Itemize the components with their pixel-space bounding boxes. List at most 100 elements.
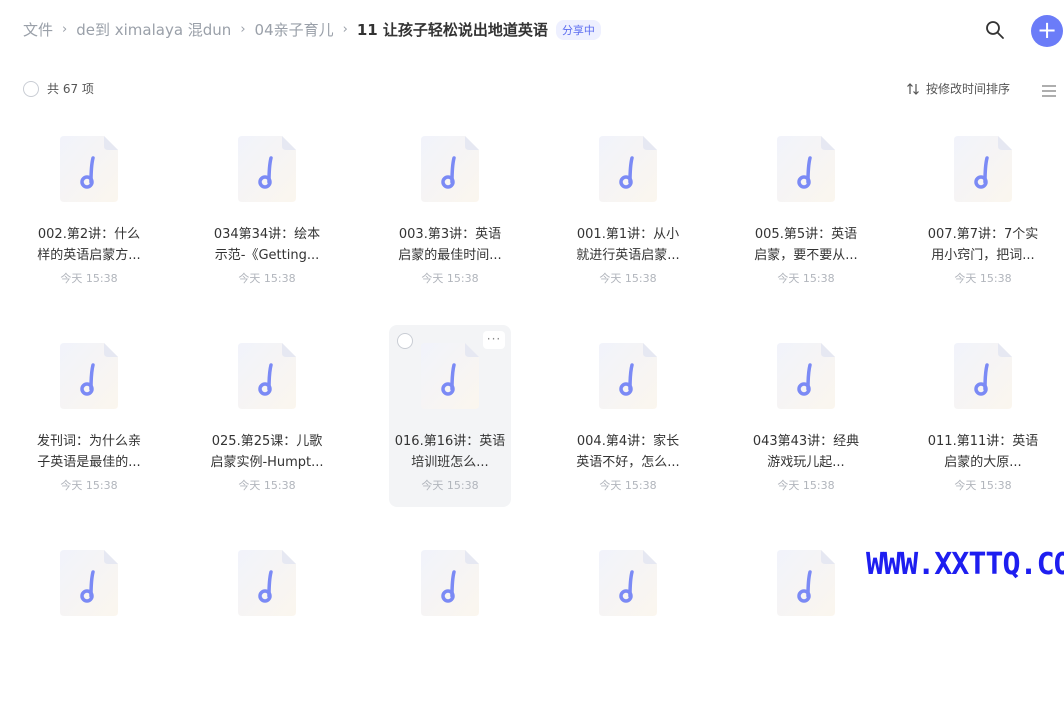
file-card-partial[interactable] [206,532,328,714]
file-name-line1: 005.第5讲：英语 [754,227,858,242]
file-name-line2: 示范-《Getting... [214,248,320,263]
list-view-icon[interactable] [1042,82,1056,97]
watermark-text: WWW.XXTTQ.COM [866,547,1064,582]
breadcrumb-current-folder: 11 让孩子轻松说出地道英语 [356,21,548,39]
file-name-line1: 025.第25课：儿歌 [211,434,323,449]
top-bar: 文件 › de到 ximalaya 混dun › 04亲子育儿 › 11 让孩子… [0,0,1064,62]
file-name-line1: 003.第3讲：英语 [398,227,502,242]
audio-file-icon [599,343,657,409]
file-card[interactable]: 003.第3讲：英语 启蒙的最佳时间... 今天 15:38 [389,118,511,300]
file-modified-time: 今天 15:38 [421,272,479,285]
file-modified-time: 今天 15:38 [60,272,118,285]
list-toolbar: 共 67 项 按修改时间排序 [0,76,1064,100]
audio-file-icon [60,550,118,616]
file-name: 025.第25课：儿歌 启蒙实例-Humpt... [210,431,324,473]
file-name: 003.第3讲：英语 启蒙的最佳时间... [393,224,507,266]
audio-file-icon [421,343,479,409]
audio-file-icon [777,136,835,202]
file-name-line2: 样的英语启蒙方... [37,248,141,263]
file-card[interactable]: 004.第4讲：家长 英语不好，怎么... 今天 15:38 [567,325,689,507]
file-name: 034第34讲：绘本 示范-《Getting... [210,224,324,266]
more-options-icon[interactable]: ··· [483,331,505,349]
file-card-partial[interactable] [567,532,689,714]
plus-icon[interactable]: + [1031,15,1063,47]
file-name-line1: 034第34讲：绘本 [213,227,321,242]
select-all-checkbox[interactable] [23,81,39,97]
breadcrumb-item-folder[interactable]: de到 ximalaya 混dun [76,19,231,40]
file-card-partial[interactable] [389,532,511,714]
file-name-line1: 001.第1讲：从小 [576,227,680,242]
file-card[interactable]: 043第43讲：经典 游戏玩儿起... 今天 15:38 [745,325,867,507]
file-modified-time: 今天 15:38 [954,479,1012,492]
file-card[interactable]: 034第34讲：绘本 示范-《Getting... 今天 15:38 [206,118,328,300]
file-card[interactable]: 007.第7讲：7个实 用小窍门，把词... 今天 15:38 [922,118,1044,300]
file-card[interactable]: 005.第5讲：英语 启蒙，要不要从... 今天 15:38 [745,118,867,300]
file-name: 043第43讲：经典 游戏玩儿起... [749,431,863,473]
file-name-line2: 启蒙的最佳时间... [398,248,502,263]
audio-file-icon [238,550,296,616]
file-card[interactable]: 016.第16讲：英语 培训班怎么... 今天 15:38 ··· [389,325,511,507]
file-name-line1: 043第43讲：经典 [752,434,860,449]
audio-file-icon [60,343,118,409]
file-modified-time: 今天 15:38 [60,479,118,492]
audio-file-icon [421,136,479,202]
file-card[interactable]: 011.第11讲：英语 启蒙的大原... 今天 15:38 [922,325,1044,507]
file-modified-time: 今天 15:38 [238,479,296,492]
file-name: 001.第1讲：从小 就进行英语启蒙... [571,224,685,266]
file-modified-time: 今天 15:38 [777,272,835,285]
file-name-line2: 就进行英语启蒙... [576,248,680,263]
breadcrumb-separator: › [342,22,348,37]
file-select-checkbox[interactable] [397,333,413,349]
breadcrumb-item-parenting[interactable]: 04亲子育儿 [255,19,334,40]
item-count: 共 67 项 [47,82,94,96]
file-name-line1: 002.第2讲：什么 [37,227,141,242]
breadcrumb-separator: › [62,22,68,37]
file-modified-time: 今天 15:38 [954,272,1012,285]
file-name: 007.第7讲：7个实 用小窍门，把词... [926,224,1040,266]
file-name-line2: 子英语是最佳的... [37,455,141,470]
file-name: 002.第2讲：什么 样的英语启蒙方... [32,224,146,266]
sort-label: 按修改时间排序 [926,82,1011,96]
sort-button[interactable]: 按修改时间排序 [906,80,1010,97]
file-name-line2: 培训班怎么... [411,455,489,470]
file-card-partial[interactable] [28,532,150,714]
search-icon[interactable] [985,20,1005,40]
audio-file-icon [777,343,835,409]
file-name-line2: 游戏玩儿起... [767,455,845,470]
file-name: 004.第4讲：家长 英语不好，怎么... [571,431,685,473]
audio-file-icon [60,136,118,202]
file-name-line2: 启蒙实例-Humpt... [210,455,324,470]
file-card[interactable]: 025.第25课：儿歌 启蒙实例-Humpt... 今天 15:38 [206,325,328,507]
file-name-line2: 用小窍门，把词... [931,248,1035,263]
file-card[interactable]: 001.第1讲：从小 就进行英语启蒙... 今天 15:38 [567,118,689,300]
file-modified-time: 今天 15:38 [238,272,296,285]
file-name-line1: 004.第4讲：家长 [576,434,680,449]
sharing-badge: 分享中 [555,19,601,40]
audio-file-icon [599,550,657,616]
breadcrumb-separator: › [240,22,246,37]
file-name-line1: 发刊词：为什么亲 [36,434,141,449]
audio-file-icon [777,550,835,616]
file-name: 005.第5讲：英语 启蒙，要不要从... [749,224,863,266]
audio-file-icon [599,136,657,202]
file-card-partial[interactable] [745,532,867,714]
file-modified-time: 今天 15:38 [421,479,479,492]
breadcrumb: 文件 › de到 ximalaya 混dun › 04亲子育儿 › 11 让孩子… [23,19,601,40]
file-modified-time: 今天 15:38 [777,479,835,492]
file-name: 016.第16讲：英语 培训班怎么... [393,431,507,473]
file-name: 发刊词：为什么亲 子英语是最佳的... [32,431,146,473]
file-name-line1: 007.第7讲：7个实 [927,227,1039,242]
file-name-line2: 启蒙，要不要从... [754,248,858,263]
audio-file-icon [421,550,479,616]
audio-file-icon [954,136,1012,202]
file-card[interactable]: 002.第2讲：什么 样的英语启蒙方... 今天 15:38 [28,118,150,300]
file-name-line2: 英语不好，怎么... [576,455,680,470]
file-card[interactable]: 发刊词：为什么亲 子英语是最佳的... 今天 15:38 [28,325,150,507]
breadcrumb-item-files[interactable]: 文件 [23,19,53,40]
audio-file-icon [238,343,296,409]
file-name: 011.第11讲：英语 启蒙的大原... [926,431,1040,473]
file-name-line1: 011.第11讲：英语 [927,434,1039,449]
file-modified-time: 今天 15:38 [599,272,657,285]
audio-file-icon [238,136,296,202]
file-name-line2: 启蒙的大原... [944,455,1022,470]
